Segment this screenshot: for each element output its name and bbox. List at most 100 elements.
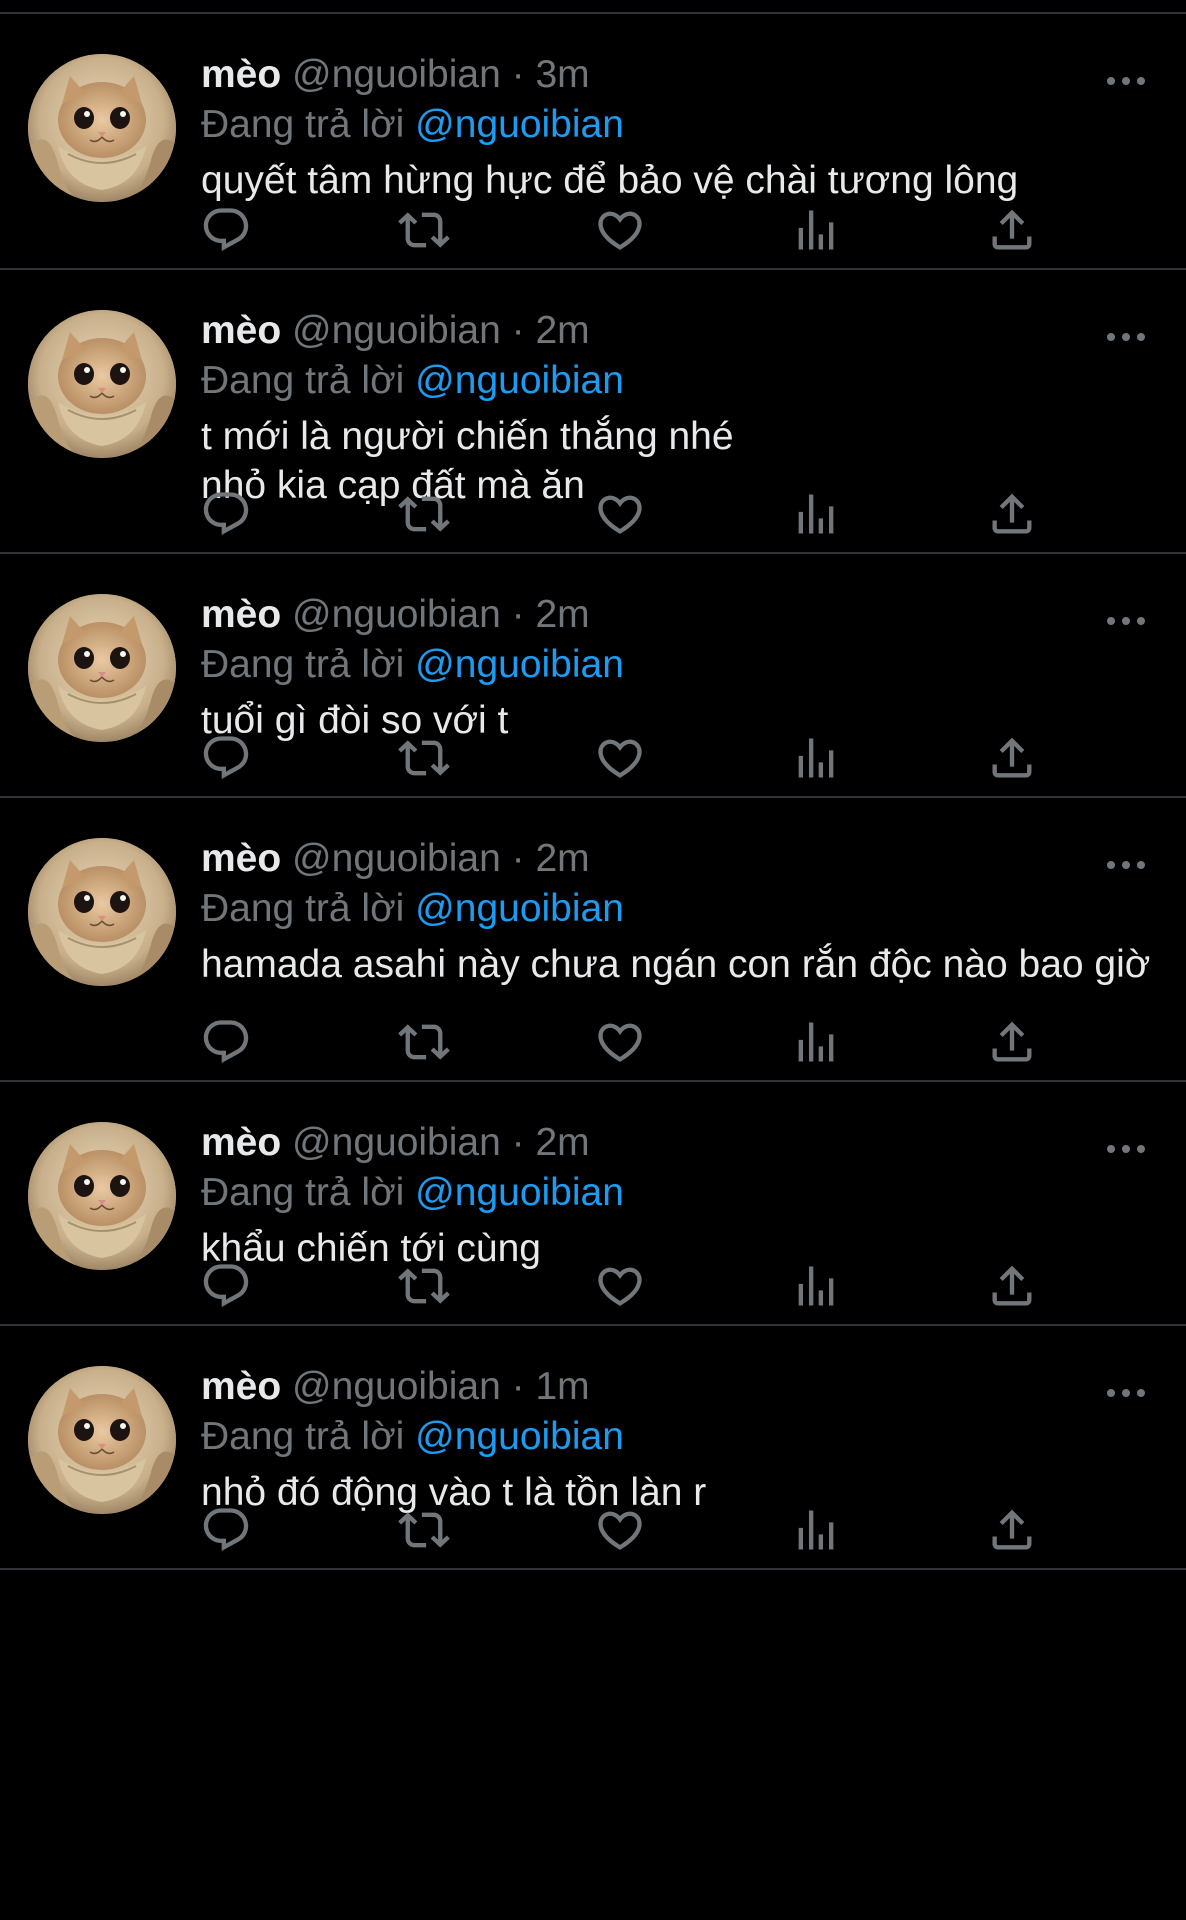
share-button[interactable] xyxy=(986,1016,1038,1068)
share-button[interactable] xyxy=(986,1260,1038,1312)
tweet-body: mèo @nguoibian · 2m Đang trả lời @nguoib… xyxy=(201,308,1151,510)
views-icon xyxy=(798,1266,834,1306)
user-handle[interactable]: @nguoibian xyxy=(292,53,501,96)
like-button[interactable] xyxy=(594,204,646,256)
like-icon xyxy=(598,211,642,250)
avatar[interactable] xyxy=(28,838,176,986)
views-button[interactable] xyxy=(790,204,842,256)
like-button[interactable] xyxy=(594,1260,646,1312)
views-button[interactable] xyxy=(790,488,842,540)
reply-mention-link[interactable]: @nguoibian xyxy=(415,887,624,930)
tweet-actions xyxy=(200,1016,1040,1068)
tweet[interactable]: mèo @nguoibian · 1m Đang trả lời @nguoib… xyxy=(0,1326,1186,1570)
tweet-actions xyxy=(200,488,1040,540)
reply-prefix: Đang trả lời xyxy=(201,1171,405,1214)
user-handle[interactable]: @nguoibian xyxy=(292,1121,501,1164)
display-name[interactable]: mèo xyxy=(201,53,281,96)
views-icon xyxy=(798,1022,834,1062)
reply-button[interactable] xyxy=(200,488,252,540)
share-icon xyxy=(992,1509,1032,1550)
reply-button[interactable] xyxy=(200,1504,252,1556)
retweet-button[interactable] xyxy=(398,1504,450,1556)
views-button[interactable] xyxy=(790,1016,842,1068)
separator-dot: · xyxy=(511,593,525,636)
timestamp[interactable]: 1m xyxy=(535,1365,589,1408)
avatar[interactable] xyxy=(28,310,176,458)
avatar[interactable] xyxy=(28,54,176,202)
display-name[interactable]: mèo xyxy=(201,1121,281,1164)
reply-icon xyxy=(203,736,249,780)
user-handle[interactable]: @nguoibian xyxy=(292,1365,501,1408)
retweet-icon xyxy=(398,1268,450,1304)
tweet-actions xyxy=(200,204,1040,256)
tweet[interactable]: mèo @nguoibian · 2m Đang trả lời @nguoib… xyxy=(0,270,1186,554)
like-icon xyxy=(598,1023,642,1062)
more-button[interactable] xyxy=(1104,322,1148,352)
reply-context: Đang trả lời @nguoibian xyxy=(201,1414,1151,1460)
like-button[interactable] xyxy=(594,1016,646,1068)
tweet[interactable]: mèo @nguoibian · 3m Đang trả lời @nguoib… xyxy=(0,14,1186,270)
timestamp[interactable]: 2m xyxy=(535,1121,589,1164)
tweet-header: mèo @nguoibian · 2m xyxy=(201,308,1151,354)
like-icon xyxy=(598,1511,642,1550)
more-icon xyxy=(1107,1389,1145,1397)
retweet-button[interactable] xyxy=(398,204,450,256)
more-button[interactable] xyxy=(1104,66,1148,96)
views-button[interactable] xyxy=(790,1504,842,1556)
more-icon xyxy=(1107,1145,1145,1153)
avatar[interactable] xyxy=(28,1366,176,1514)
user-handle[interactable]: @nguoibian xyxy=(292,837,501,880)
tweet[interactable]: mèo @nguoibian · 2m Đang trả lời @nguoib… xyxy=(0,554,1186,798)
tweet-actions xyxy=(200,1260,1040,1312)
reply-button[interactable] xyxy=(200,732,252,784)
display-name[interactable]: mèo xyxy=(201,309,281,352)
more-button[interactable] xyxy=(1104,1134,1148,1164)
more-button[interactable] xyxy=(1104,606,1148,636)
retweet-button[interactable] xyxy=(398,1260,450,1312)
share-button[interactable] xyxy=(986,1504,1038,1556)
timestamp[interactable]: 2m xyxy=(535,593,589,636)
tweet[interactable]: mèo @nguoibian · 2m Đang trả lời @nguoib… xyxy=(0,798,1186,1082)
views-button[interactable] xyxy=(790,732,842,784)
retweet-button[interactable] xyxy=(398,732,450,784)
reply-mention-link[interactable]: @nguoibian xyxy=(415,359,624,402)
more-button[interactable] xyxy=(1104,1378,1148,1408)
user-handle[interactable]: @nguoibian xyxy=(292,309,501,352)
display-name[interactable]: mèo xyxy=(201,837,281,880)
display-name[interactable]: mèo xyxy=(201,593,281,636)
retweet-button[interactable] xyxy=(398,488,450,540)
separator-dot: · xyxy=(511,53,525,96)
reply-mention-link[interactable]: @nguoibian xyxy=(415,643,624,686)
retweet-button[interactable] xyxy=(398,1016,450,1068)
reply-button[interactable] xyxy=(200,204,252,256)
reply-mention-link[interactable]: @nguoibian xyxy=(415,1415,624,1458)
separator-dot: · xyxy=(511,1121,525,1164)
tweet-header: mèo @nguoibian · 1m xyxy=(201,1364,1151,1410)
share-button[interactable] xyxy=(986,204,1038,256)
separator-dot: · xyxy=(511,309,525,352)
tweet-header: mèo @nguoibian · 2m xyxy=(201,836,1151,882)
tweet-header: mèo @nguoibian · 2m xyxy=(201,1120,1151,1166)
timestamp[interactable]: 2m xyxy=(535,837,589,880)
like-button[interactable] xyxy=(594,1504,646,1556)
reply-icon xyxy=(203,1508,249,1552)
like-button[interactable] xyxy=(594,488,646,540)
tweet[interactable]: mèo @nguoibian · 2m Đang trả lời @nguoib… xyxy=(0,1082,1186,1326)
avatar[interactable] xyxy=(28,594,176,742)
display-name[interactable]: mèo xyxy=(201,1365,281,1408)
reply-button[interactable] xyxy=(200,1260,252,1312)
like-button[interactable] xyxy=(594,732,646,784)
share-icon xyxy=(992,209,1032,250)
timestamp[interactable]: 2m xyxy=(535,309,589,352)
views-button[interactable] xyxy=(790,1260,842,1312)
views-icon xyxy=(798,738,834,778)
timestamp[interactable]: 3m xyxy=(535,53,589,96)
share-button[interactable] xyxy=(986,488,1038,540)
more-button[interactable] xyxy=(1104,850,1148,880)
share-button[interactable] xyxy=(986,732,1038,784)
avatar[interactable] xyxy=(28,1122,176,1270)
reply-button[interactable] xyxy=(200,1016,252,1068)
reply-mention-link[interactable]: @nguoibian xyxy=(415,1171,624,1214)
reply-mention-link[interactable]: @nguoibian xyxy=(415,103,624,146)
user-handle[interactable]: @nguoibian xyxy=(292,593,501,636)
